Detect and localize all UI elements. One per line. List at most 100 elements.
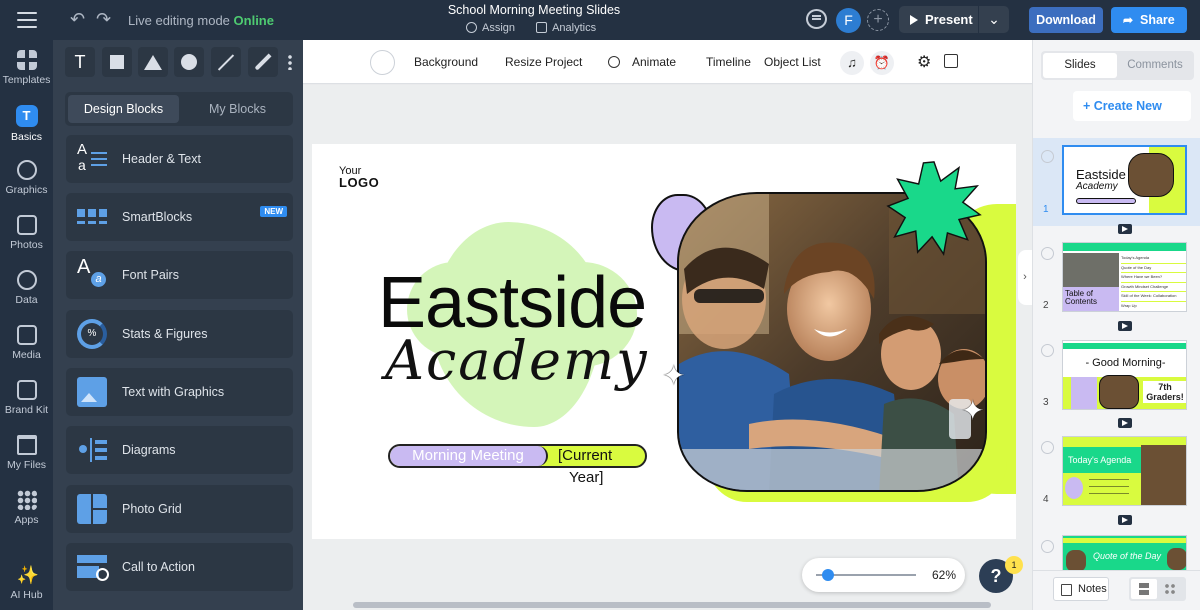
share-button[interactable]: Share <box>1111 7 1187 33</box>
collapse-slides-panel-button[interactable]: › <box>1018 250 1032 305</box>
assign-link[interactable]: Assign <box>466 22 515 34</box>
thumb-photo-right <box>1167 548 1186 570</box>
rail-item-brand-kit[interactable]: Brand Kit <box>0 380 53 430</box>
document-title[interactable]: School Morning Meeting Slides <box>440 3 628 17</box>
block-smartblocks[interactable]: SmartBlocks NEW <box>66 193 293 241</box>
block-text-with-graphics[interactable]: Text with Graphics <box>66 368 293 416</box>
block-call-to-action[interactable]: Call to Action <box>66 543 293 591</box>
rail-item-label: Apps <box>14 514 39 526</box>
focus-mode-icon[interactable] <box>944 54 958 68</box>
pen-icon[interactable] <box>248 47 278 77</box>
block-stats-figures[interactable]: % Stats & Figures <box>66 310 293 358</box>
line-icon[interactable] <box>211 47 241 77</box>
tab-comments[interactable]: Comments <box>1118 53 1192 78</box>
block-diagrams[interactable]: Diagrams <box>66 426 293 474</box>
background-button[interactable]: Background <box>414 55 478 69</box>
more-options-icon[interactable] <box>288 54 292 70</box>
comments-icon[interactable] <box>806 9 827 29</box>
slide-thumbnail-4[interactable]: Today's Agenda <box>1062 436 1187 506</box>
zoom-slider-handle[interactable] <box>822 569 834 581</box>
rail-item-my-files[interactable]: My Files <box>0 435 53 485</box>
rail-item-photos[interactable]: Photos <box>0 215 53 265</box>
slide-transition-icon[interactable] <box>1118 515 1132 525</box>
photos-icon <box>16 215 37 235</box>
list-view-icon[interactable] <box>1131 579 1157 599</box>
block-header-text[interactable]: Header & Text <box>66 135 293 183</box>
slide-logo[interactable]: Your LOGO <box>339 166 379 190</box>
tab-slides[interactable]: Slides <box>1043 53 1117 78</box>
sparkle-shape-left[interactable]: ✦ <box>662 359 685 392</box>
timer-icon[interactable]: ⏰ <box>870 51 894 75</box>
redo-icon[interactable]: ↷ <box>96 9 111 30</box>
slide-select-circle[interactable] <box>1041 150 1054 163</box>
block-photo-grid[interactable]: Photo Grid <box>66 485 293 533</box>
slide-select-circle[interactable] <box>1041 344 1054 357</box>
thumb-pill <box>1076 198 1136 204</box>
slide-thumbnail-5[interactable]: Quote of the Day <box>1062 535 1187 571</box>
chevron-down-icon[interactable]: ⌄ <box>979 6 1009 33</box>
sparkle-shape-right[interactable]: ✦ <box>961 394 984 427</box>
download-button[interactable]: Download <box>1029 7 1103 33</box>
background-color-swatch[interactable] <box>370 50 395 75</box>
avatar[interactable]: F <box>836 8 861 33</box>
slide-thumbnail-3[interactable]: - Good Morning- 7th Graders! <box>1062 340 1187 410</box>
current-year-label: [Current <box>558 446 646 466</box>
notes-button[interactable]: Notes <box>1053 577 1109 601</box>
resize-project-button[interactable]: Resize Project <box>505 55 582 69</box>
slide-thumbnail-1[interactable]: Eastside Academy <box>1062 145 1187 215</box>
circle-icon[interactable] <box>174 47 204 77</box>
thumb-agenda-list: Today's Agenda Quote of the Day Where Ha… <box>1121 254 1186 310</box>
horizontal-scrollbar[interactable] <box>353 602 991 608</box>
undo-icon[interactable]: ↶ <box>70 9 85 30</box>
analytics-icon <box>536 22 548 33</box>
tab-my-blocks[interactable]: My Blocks <box>182 95 293 123</box>
rail-item-label: My Files <box>6 459 47 471</box>
slide-select-circle[interactable] <box>1041 441 1054 454</box>
create-new-slide-button[interactable]: + Create New <box>1073 91 1191 121</box>
slide-thumbnail-2[interactable]: Table of Contents Today's Agenda Quote o… <box>1062 242 1187 312</box>
analytics-link[interactable]: Analytics <box>536 22 596 34</box>
design-blocks-panel: T Design Blocks My Blocks Header & Text … <box>53 40 303 610</box>
square-icon[interactable] <box>102 47 132 77</box>
thumb-photo <box>1066 550 1086 570</box>
slide-select-circle[interactable] <box>1041 247 1054 260</box>
rail-item-media[interactable]: Media <box>0 325 53 375</box>
thumb-subtitle: Academy <box>1076 181 1118 192</box>
triangle-icon[interactable] <box>138 47 168 77</box>
add-collaborator-button[interactable]: + <box>867 9 889 31</box>
rail-item-data[interactable]: Data <box>0 270 53 320</box>
block-font-pairs[interactable]: Font Pairs <box>66 251 293 299</box>
present-button[interactable]: Present <box>899 6 978 33</box>
rail-item-graphics[interactable]: Graphics <box>0 160 53 210</box>
slide-select-circle[interactable] <box>1041 540 1054 553</box>
slide-transition-icon[interactable] <box>1118 321 1132 331</box>
animate-button[interactable]: Animate <box>632 55 676 69</box>
rail-item-basics[interactable]: T Basics <box>0 105 53 155</box>
rail-item-label: Basics <box>11 131 42 143</box>
menu-icon[interactable] <box>17 12 37 28</box>
text-tool-button[interactable]: T <box>65 47 95 77</box>
stats-icon: % <box>77 319 107 349</box>
rail-item-label: Templates <box>2 74 51 86</box>
green-star-shape[interactable] <box>886 160 982 256</box>
grid-view-icon[interactable] <box>1164 583 1176 595</box>
data-icon <box>16 270 37 290</box>
live-editing-label: Live editing mode <box>128 13 230 28</box>
tab-design-blocks[interactable]: Design Blocks <box>68 95 179 123</box>
call-to-action-icon <box>77 552 109 582</box>
rail-item-apps[interactable]: Apps <box>0 490 53 540</box>
thumb-agenda-item: Today's Agenda <box>1121 254 1186 264</box>
slide-title-line2[interactable]: Academy <box>385 329 649 392</box>
object-list-button[interactable]: Object List <box>764 55 821 69</box>
slide-transition-icon[interactable] <box>1118 418 1132 428</box>
rail-item-templates[interactable]: Templates <box>0 50 53 100</box>
music-icon[interactable]: ♫ <box>840 51 864 75</box>
timeline-button[interactable]: Timeline <box>706 55 751 69</box>
thumb-agenda-item: Growth Mindset Challenge <box>1121 283 1186 292</box>
meeting-pill[interactable]: Morning Meeting [Current <box>388 444 647 468</box>
rail-item-ai-hub[interactable]: ✨ AI Hub <box>0 565 53 610</box>
slide-canvas[interactable]: Your LOGO Eastside Academy Morning Meeti… <box>312 144 1016 539</box>
gear-icon[interactable]: ⚙ <box>917 52 931 72</box>
slide-transition-icon[interactable] <box>1118 224 1132 234</box>
block-label: Header & Text <box>122 152 201 166</box>
